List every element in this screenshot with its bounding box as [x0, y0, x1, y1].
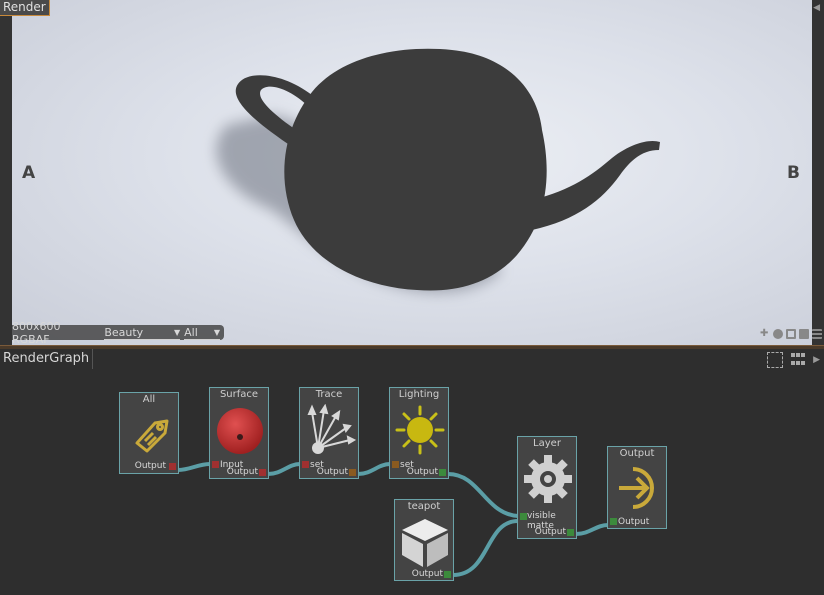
viewer-status-bar: 800x600 RGBAF Beauty ▼ All ▼	[12, 320, 224, 346]
gear-icon	[524, 455, 572, 503]
output-port-label: Output	[316, 467, 348, 477]
full-frame-icon[interactable]	[799, 329, 809, 339]
menu-icon[interactable]	[812, 329, 822, 339]
output-port[interactable]	[444, 571, 451, 578]
node-title: Surface	[219, 389, 259, 400]
wire-trace-lighting	[357, 462, 391, 476]
viewer-toolbar: ✚	[760, 329, 822, 339]
chevron-down-icon: ▼	[213, 327, 220, 337]
wipe-b-label[interactable]: B	[787, 163, 800, 183]
input-port-visible[interactable]	[520, 513, 527, 520]
node-title: Trace	[315, 389, 343, 400]
wire-teapot-layer	[452, 519, 519, 577]
wire-lighting-layer	[447, 472, 519, 518]
output-port-label: Output	[226, 467, 258, 477]
tag-icon	[135, 419, 169, 453]
collapse-arrow-icon[interactable]: ◀	[813, 3, 820, 13]
node-output[interactable]: Output Output	[607, 446, 667, 529]
output-port-label: Output	[534, 527, 566, 537]
sun-icon	[395, 405, 445, 455]
node-layer[interactable]: Layer visible matte Output	[517, 436, 577, 539]
cube-icon	[402, 519, 448, 567]
output-port[interactable]	[259, 469, 266, 476]
channel-dropdown-value: All	[184, 325, 198, 339]
add-icon[interactable]: ✚	[760, 329, 770, 339]
output-port-label: Output	[134, 461, 166, 471]
input-port[interactable]	[212, 461, 219, 468]
output-port-label: Output	[406, 467, 438, 477]
rays-icon	[307, 404, 356, 454]
output-port-label: Output	[411, 569, 443, 579]
input-port[interactable]	[392, 461, 399, 468]
node-title: All	[142, 394, 156, 405]
output-port[interactable]	[169, 463, 176, 470]
channel-dropdown[interactable]: All ▼	[184, 326, 220, 340]
render-graph-panel[interactable]: RenderGraph ▶ All Output Surface Input O…	[0, 349, 824, 595]
resolution-label: 800x600 RGBAF	[12, 319, 61, 346]
wire-layer-output	[575, 523, 609, 536]
clear-icon[interactable]	[773, 329, 783, 339]
node-teapot[interactable]: teapot Output	[394, 499, 454, 581]
output-port[interactable]	[567, 529, 574, 536]
node-all[interactable]: All Output	[119, 392, 179, 474]
node-lighting[interactable]: Lighting set Output	[389, 387, 449, 479]
wire-surface-trace	[267, 462, 301, 476]
render-tab[interactable]: Render	[0, 0, 50, 16]
wipe-a-label[interactable]: A	[22, 163, 35, 183]
node-title: teapot	[407, 501, 441, 512]
fit-frame-icon[interactable]	[786, 329, 796, 339]
layer-dropdown-value: Beauty	[104, 325, 144, 339]
chevron-down-icon: ▼	[173, 327, 181, 337]
red-sphere-icon	[217, 408, 263, 454]
output-arrow-icon	[619, 467, 654, 509]
input-port-label: visible	[527, 511, 556, 521]
teapot-render-image	[216, 48, 660, 293]
teapot-body	[284, 48, 547, 291]
node-title: Lighting	[398, 389, 440, 400]
output-port[interactable]	[349, 469, 356, 476]
teapot-spout	[532, 140, 660, 230]
node-trace[interactable]: Trace set Output	[299, 387, 359, 479]
wire-all-surface	[177, 462, 211, 472]
node-surface[interactable]: Surface Input Output	[209, 387, 269, 479]
layer-dropdown[interactable]: Beauty ▼	[104, 325, 181, 340]
input-port[interactable]	[302, 461, 309, 468]
node-title: Output	[619, 448, 655, 459]
node-title: Layer	[533, 438, 561, 449]
input-port-label: Output	[618, 517, 650, 527]
render-panel: A B Render ◀ 800x600 RGBAF Beauty ▼ All …	[0, 0, 824, 346]
input-port[interactable]	[610, 518, 617, 525]
render-viewport[interactable]: A B	[12, 0, 812, 345]
output-port[interactable]	[439, 469, 446, 476]
